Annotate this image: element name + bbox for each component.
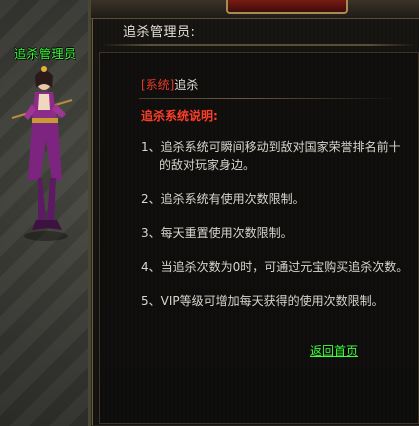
list-item: 2、追杀系统有使用次数限制。 — [141, 192, 305, 206]
dialog-header: 追杀管理员: — [123, 25, 196, 40]
topic-label: 追杀 — [174, 78, 199, 92]
list-item: 5、VIP等级可增加每天获得的使用次数限制。 — [141, 294, 384, 308]
npc-dialog-panel: 追杀管理员: [系统]追杀 追杀系统说明: 1、追杀系统可瞬间移动到敌对国家荣誉… — [88, 0, 419, 426]
dialog-title-plate — [226, 0, 348, 14]
npc-character-sprite[interactable] — [2, 60, 82, 270]
system-tag: [系统] — [141, 78, 175, 92]
dialog-topic-line: [系统]追杀 — [141, 76, 198, 93]
topic-underline — [139, 98, 401, 99]
rules-list: 1、追杀系统可瞬间移动到敌对国家荣誉排名前十的敌对玩家身边。 2、追杀系统有使用… — [141, 138, 411, 326]
list-item: 3、每天重置使用次数限制。 — [141, 226, 293, 240]
list-item: 1、追杀系统可瞬间移动到敌对国家荣誉排名前十的敌对玩家身边。 — [141, 140, 401, 172]
divider — [101, 44, 416, 46]
list-item: 4、当追杀次数为0时，可通过元宝购买追杀次数。 — [141, 260, 409, 274]
section-subtitle: 追杀系统说明: — [141, 109, 218, 123]
back-to-home-link[interactable]: 返回首页 — [310, 342, 358, 359]
